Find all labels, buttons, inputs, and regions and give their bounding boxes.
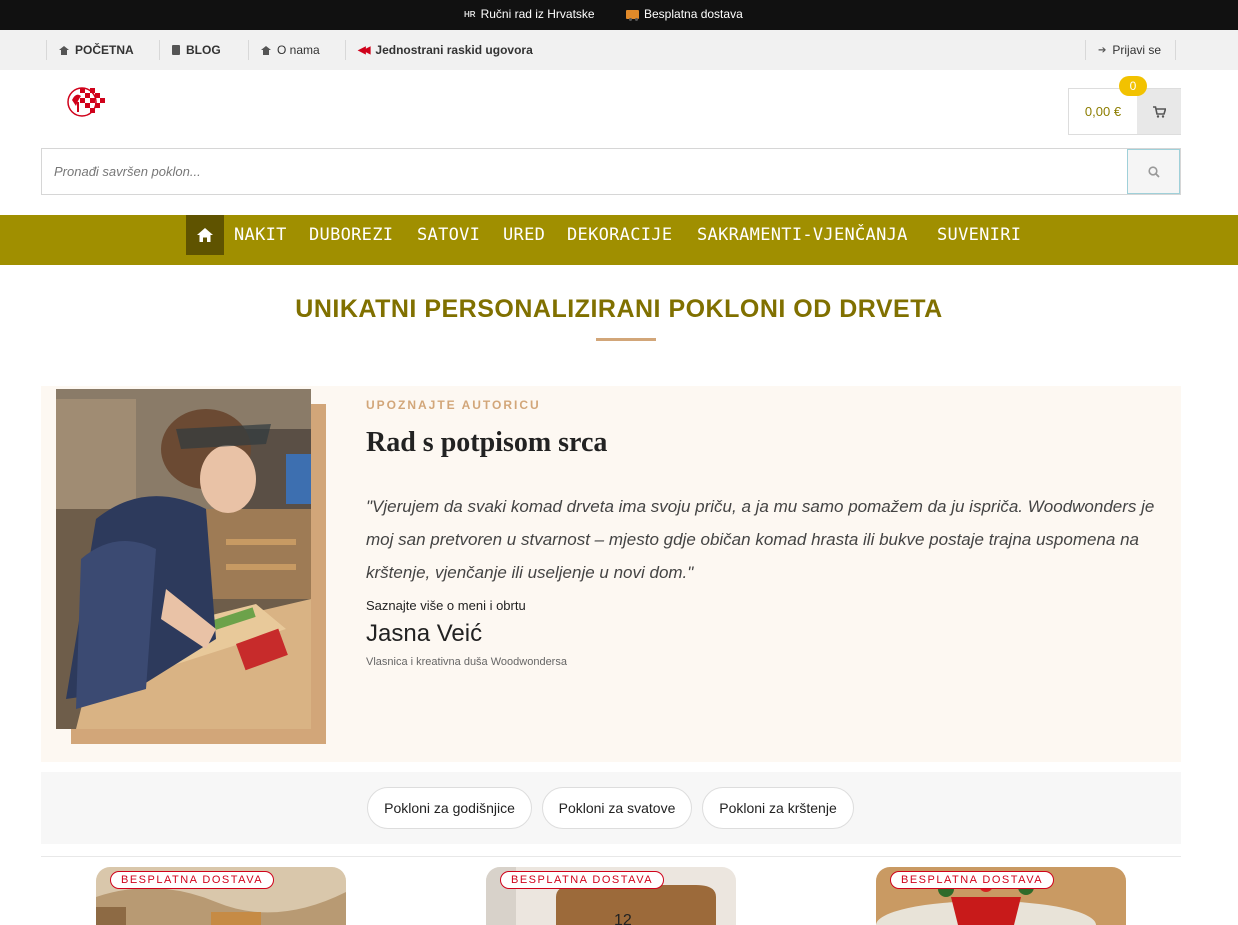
nav-about-link[interactable]: O nama <box>261 43 320 57</box>
author-more-link[interactable]: Saznajte više o meni i obrtu <box>366 598 526 613</box>
menu-item-nakit[interactable]: NAKIT <box>234 225 287 245</box>
handmade-text: Ručni rad iz Hrvatske <box>480 7 595 21</box>
free-shipping-badge: BESPLATNA DOSTAVA <box>500 871 665 889</box>
nav-blog-label: BLOG <box>186 43 221 57</box>
search-bar <box>41 148 1181 195</box>
nav-divider <box>1175 40 1176 60</box>
home-icon <box>197 228 213 242</box>
pill-wedding-gifts[interactable]: Pokloni za svatove <box>542 787 692 829</box>
handmade-notice: HR Ručni rad iz Hrvatske <box>464 7 595 21</box>
nav-divider <box>159 40 160 60</box>
nav-contract-link[interactable]: ◀◀ Jednostrani raskid ugovora <box>358 43 533 57</box>
login-label: Prijavi se <box>1112 43 1162 57</box>
cart-count-badge: 0 <box>1119 76 1147 96</box>
menu-item-suveniri[interactable]: SUVENIRI <box>937 225 1021 245</box>
author-photo <box>56 389 311 729</box>
home-icon <box>59 45 69 55</box>
backward-icon: ◀◀ <box>358 44 371 56</box>
nav-home-label: POČETNA <box>75 43 134 57</box>
nav-divider <box>46 40 47 60</box>
section-divider <box>41 856 1181 857</box>
author-quote: "Vjerujem da svaki komad drveta ima svoj… <box>366 497 1155 582</box>
menu-item-ured[interactable]: URED <box>503 225 545 245</box>
announcement-bar: HR Ručni rad iz Hrvatske Besplatna dosta… <box>0 0 1238 30</box>
nav-contract-label: Jednostrani raskid ugovora <box>375 43 533 57</box>
truck-icon <box>626 9 639 21</box>
main-menu: NAKIT DUBOREZI SATOVI URED DEKORACIJE SA… <box>0 215 1238 265</box>
nav-divider <box>1085 40 1086 60</box>
page-title: UNIKATNI PERSONALIZIRANI POKLONI OD DRVE… <box>295 295 943 323</box>
cart-icon <box>1152 105 1166 118</box>
shipping-text: Besplatna dostava <box>644 7 743 21</box>
svg-text:12: 12 <box>614 912 632 925</box>
menu-item-satovi[interactable]: SATOVI <box>417 225 480 245</box>
author-role: Vlasnica i kreativna duša Woodwondersa <box>366 656 567 668</box>
menu-item-duborezi[interactable]: DUBOREZI <box>309 225 393 245</box>
menu-item-sakramenti-vjencanja[interactable]: SAKRAMENTI-VJENČANJA <box>697 225 908 245</box>
secondary-nav: POČETNA BLOG O nama ◀◀ Jednostrani raski… <box>0 30 1238 70</box>
sign-in-icon: ➔ <box>1098 44 1107 56</box>
search-icon <box>1147 165 1160 178</box>
menu-home-button[interactable] <box>186 215 224 255</box>
author-kicker: UPOZNAJTE AUTORICU <box>366 398 541 412</box>
nav-divider <box>248 40 249 60</box>
free-shipping-badge: BESPLATNA DOSTAVA <box>890 871 1055 889</box>
title-underline <box>596 338 656 341</box>
nav-blog-link[interactable]: BLOG <box>172 43 221 57</box>
cart-button[interactable] <box>1137 89 1181 134</box>
croatia-flag-icon: HR <box>464 9 476 19</box>
pill-baptism-gifts[interactable]: Pokloni za krštenje <box>702 787 854 829</box>
book-icon <box>172 45 180 55</box>
menu-item-dekoracije[interactable]: DEKORACIJE <box>567 225 672 245</box>
free-shipping-badge: BESPLATNA DOSTAVA <box>110 871 275 889</box>
author-name: Jasna Veić <box>366 620 483 647</box>
search-button[interactable] <box>1127 149 1180 194</box>
search-input[interactable] <box>42 149 1128 194</box>
shipping-notice: Besplatna dostava <box>626 7 743 21</box>
login-link[interactable]: ➔ Prijavi se <box>1098 43 1161 57</box>
nav-home-link[interactable]: POČETNA <box>59 43 134 57</box>
pill-anniversary-gifts[interactable]: Pokloni za godišnjice <box>367 787 532 829</box>
author-title: Rad s potpisom srca <box>366 427 608 458</box>
site-logo[interactable] <box>66 84 108 120</box>
nav-divider <box>345 40 346 60</box>
home-icon <box>261 45 271 55</box>
nav-about-label: O nama <box>277 43 320 57</box>
